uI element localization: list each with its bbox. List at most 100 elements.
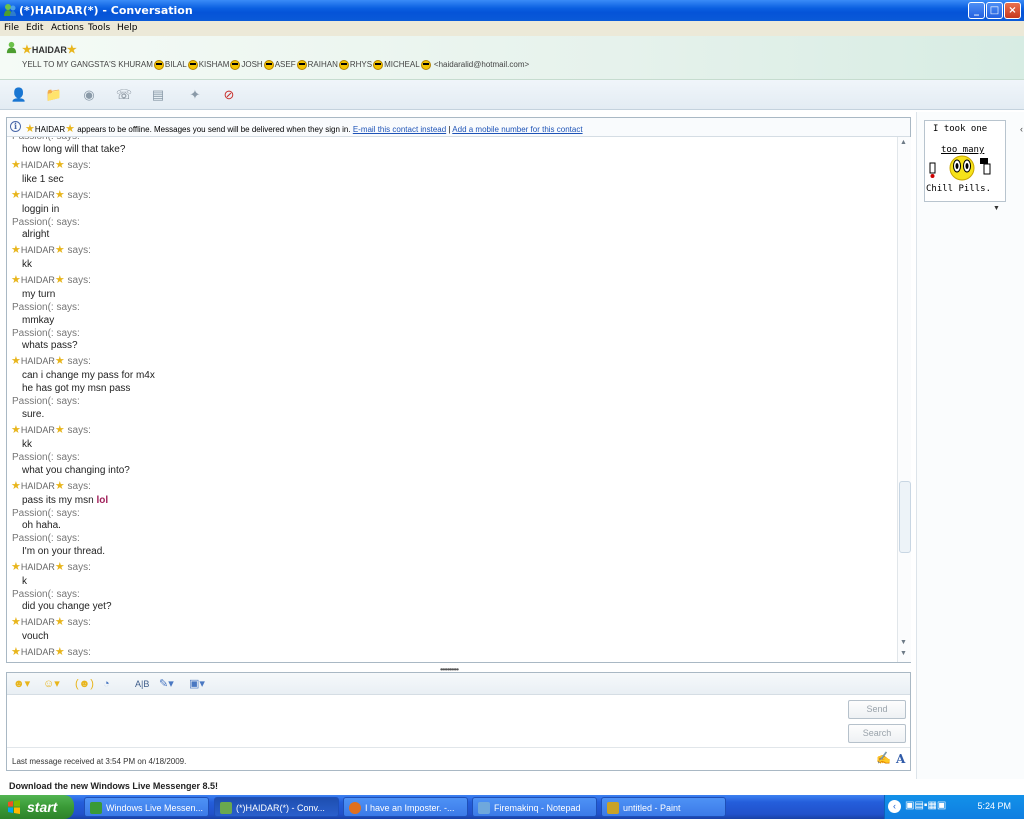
font-icon[interactable]: A|B xyxy=(135,676,149,692)
type-mode-icon[interactable]: A xyxy=(896,752,905,766)
personal-message: YELL TO MY GANGSTA'S KHURAM BILAL KISHAM JO… xyxy=(22,60,530,70)
message-header: ★HAIDAR★ says: xyxy=(11,479,91,492)
search-button[interactable]: Search xyxy=(848,724,906,743)
display-picture[interactable]: I took one too many Chill Pills. xyxy=(924,120,1006,202)
message-header: Passion(: says: xyxy=(12,589,80,600)
activities-icon[interactable]: ▤ xyxy=(148,85,168,105)
says-label: says: xyxy=(56,302,80,314)
tray-icons[interactable]: ▣▤▪▦▣ xyxy=(905,800,946,811)
display-picture-panel: I took one too many Chill Pills. ▼ ‹ xyxy=(916,112,1024,792)
send-button[interactable]: Send xyxy=(848,700,906,719)
add-mobile-link[interactable]: Add a mobile number for this contact xyxy=(452,125,582,134)
scroll-down-icon[interactable]: ▼ xyxy=(900,639,907,646)
message-header: ★HAIDAR★ says: xyxy=(11,354,91,367)
message-text: whats pass? xyxy=(22,340,78,352)
scroll-end-icon[interactable]: ▼ xyxy=(900,650,907,657)
display-picture-text-3: Chill Pills. xyxy=(926,184,992,194)
last-message-status: Last message received at 3:54 PM on 4/18… xyxy=(12,757,187,766)
taskbar-item-conversation[interactable]: (*)HAIDAR(*) - Conv... xyxy=(214,797,339,817)
sender-name: HAIDAR xyxy=(20,425,55,435)
messenger-icon xyxy=(90,802,102,814)
taskbar-item-paint[interactable]: untitled - Paint xyxy=(601,797,726,817)
input-toolbar: ☻▾ ☺▾ (☻) ◔ A|B ✎▾ ▣▾ xyxy=(7,673,910,695)
message-header: Passion(: says: xyxy=(12,396,80,407)
star-icon: ★ xyxy=(54,274,65,287)
close-button[interactable]: × xyxy=(1004,2,1021,19)
message-input[interactable] xyxy=(7,696,847,746)
menu-help[interactable]: Help xyxy=(117,23,138,33)
scroll-thumb[interactable] xyxy=(899,481,911,553)
message-text: how long will that take? xyxy=(22,143,126,155)
messenger-icon xyxy=(220,802,232,814)
voice-clip-icon[interactable]: ◔ xyxy=(103,676,110,692)
show-hidden-icons-icon[interactable]: ‹ xyxy=(888,800,901,813)
menu-file[interactable]: File xyxy=(4,23,19,33)
firefox-icon xyxy=(349,802,361,814)
sender-name: Passion(: xyxy=(12,588,54,600)
display-picture-text-2: too many xyxy=(941,145,985,155)
voice-call-icon[interactable]: ☏ xyxy=(114,85,134,105)
sender-name: HAIDAR xyxy=(20,561,55,572)
message-header: ★HAIDAR★ says: xyxy=(11,423,91,436)
invite-contact-icon[interactable]: 👤 xyxy=(9,85,29,105)
message-header: ★HAIDAR★ says: xyxy=(11,615,91,628)
message-input-area: ☻▾ ☺▾ (☻) ◔ A|B ✎▾ ▣▾ Send Search Last m… xyxy=(6,672,911,771)
emoticon-icon[interactable]: ☻▾ xyxy=(13,676,30,692)
block-contact-icon[interactable]: ⊘ xyxy=(219,85,239,105)
background-icon[interactable]: ▣▾ xyxy=(189,676,205,692)
display-picture-menu-icon[interactable]: ▼ xyxy=(993,205,1000,212)
taskbar-item-notepad[interactable]: Firemakinq - Notepad xyxy=(472,797,597,817)
star-icon: ★ xyxy=(25,123,35,135)
sender-name: HAIDAR xyxy=(20,647,55,658)
sender-name: HAIDAR xyxy=(20,275,55,286)
contact-status-icon xyxy=(6,41,17,54)
star-icon: ★ xyxy=(54,244,65,257)
sender-name: Passion(: xyxy=(12,507,54,519)
star-icon: ★ xyxy=(11,274,21,287)
games-icon[interactable]: ✦ xyxy=(185,85,205,105)
message-header: Passion(: says: xyxy=(12,508,80,519)
lol-emoticon-icon: lol xyxy=(96,494,109,506)
start-button[interactable]: start xyxy=(0,795,74,819)
contact-name: ★HAIDAR★ xyxy=(22,44,77,56)
message-header: ★HAIDAR★ says: xyxy=(11,273,91,286)
says-label: says: xyxy=(67,356,91,368)
message-header: Passion(: says: xyxy=(12,217,80,228)
handwrite-mode-icon[interactable]: ✍ xyxy=(876,751,891,765)
message-text: vouch xyxy=(22,631,49,643)
contact-header: ★HAIDAR★ YELL TO MY GANGSTA'S KHURAM BILA… xyxy=(0,36,1024,80)
wink-icon[interactable]: ☺▾ xyxy=(43,676,60,692)
message-header: Passion(: says: xyxy=(12,328,80,339)
notepad-icon xyxy=(478,802,490,814)
download-banner[interactable]: Download the new Windows Live Messenger … xyxy=(0,779,1024,793)
send-files-icon[interactable]: 📁 xyxy=(44,85,64,105)
star-icon: ★ xyxy=(11,616,21,629)
nudge-icon[interactable]: (☻) xyxy=(75,676,94,692)
menu-tools[interactable]: Tools xyxy=(88,23,110,33)
status-divider xyxy=(7,747,910,748)
handwriting-icon[interactable]: ✎▾ xyxy=(159,676,174,692)
video-call-icon[interactable]: ◉ xyxy=(79,85,99,105)
menu-bar: File Edit Actions Tools Help xyxy=(0,21,1024,36)
taskbar-item-firefox[interactable]: I have an Imposter. -... xyxy=(343,797,468,817)
menu-edit[interactable]: Edit xyxy=(26,23,43,33)
collapse-panel-icon[interactable]: ‹ xyxy=(1020,124,1023,134)
menu-actions[interactable]: Actions xyxy=(51,23,84,33)
title-bar: (*)HAIDAR(*) - Conversation _ □ × xyxy=(0,0,1024,21)
offline-message: appears to be offline. Messages you send… xyxy=(77,125,351,134)
windows-flag-icon xyxy=(8,800,20,814)
maximize-button[interactable]: □ xyxy=(986,2,1003,19)
says-label: says: xyxy=(56,507,80,519)
window-title: (*)HAIDAR(*) - Conversation xyxy=(19,4,193,17)
taskbar-item-messenger[interactable]: Windows Live Messen... xyxy=(84,797,209,817)
star-icon: ★ xyxy=(54,560,65,573)
star-icon: ★ xyxy=(66,44,77,56)
chill-pill-smiley-icon xyxy=(929,155,991,181)
star-icon: ★ xyxy=(54,188,65,201)
minimize-button[interactable]: _ xyxy=(968,2,985,19)
chat-scrollbar[interactable]: ▲ ▼ ▼ xyxy=(897,137,911,662)
scroll-up-icon[interactable]: ▲ xyxy=(900,139,907,146)
star-icon: ★ xyxy=(54,616,65,629)
message-header: ★HAIDAR★ says: xyxy=(11,158,91,171)
email-contact-link[interactable]: E-mail this contact instead xyxy=(353,125,446,134)
